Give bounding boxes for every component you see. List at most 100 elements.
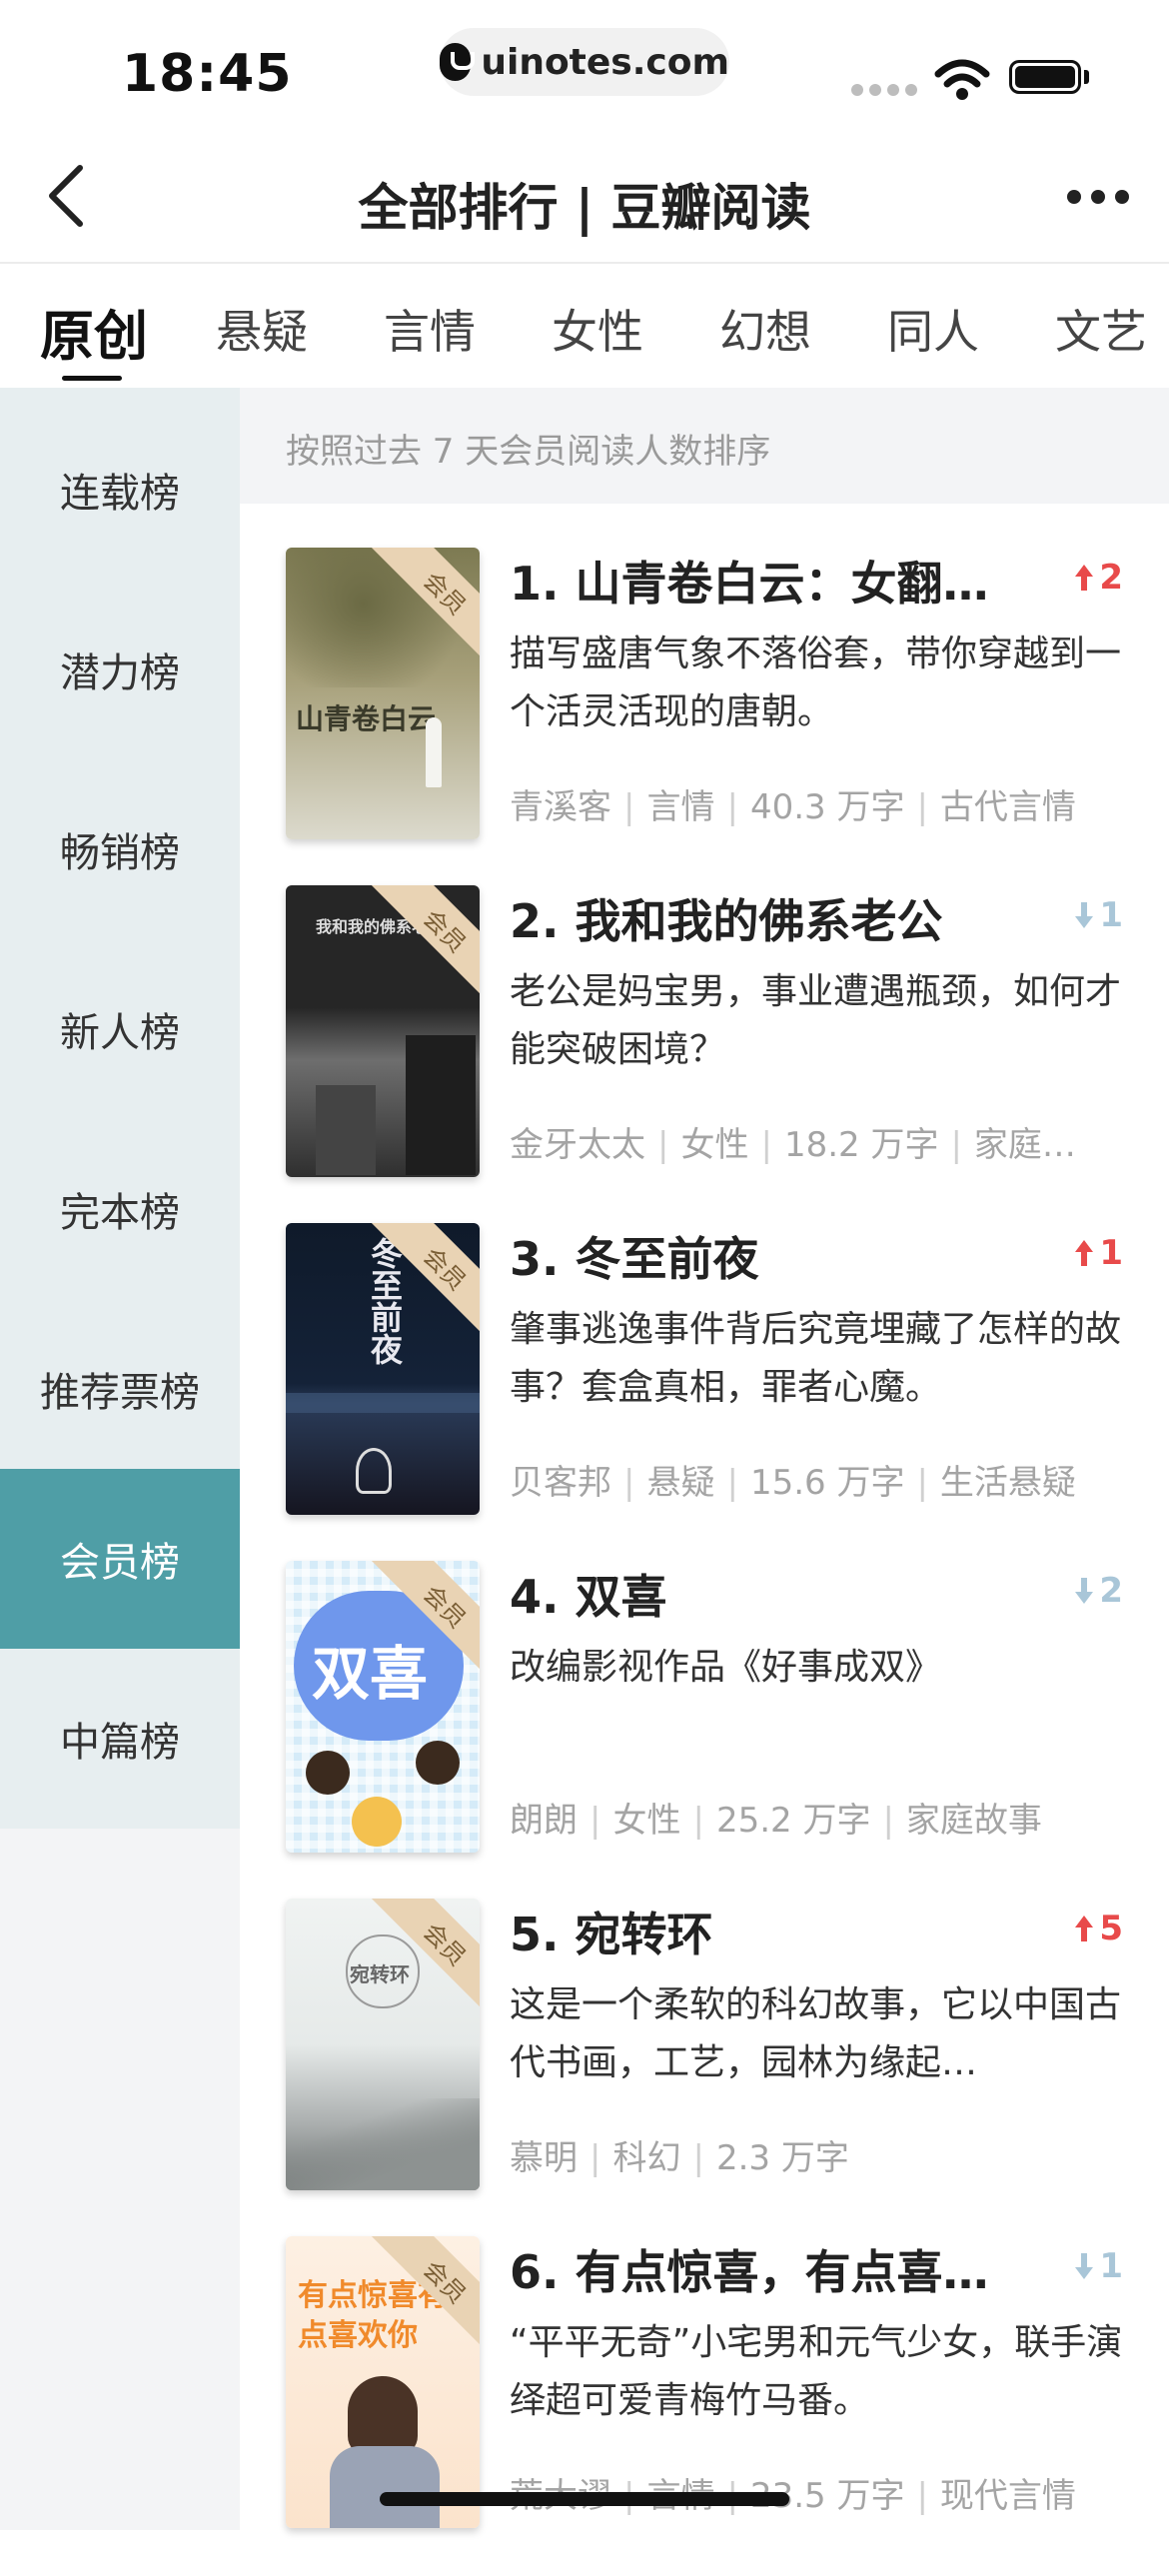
book-description: 改编影视作品《好事成双》	[510, 1647, 942, 1688]
rank-change: 5	[1073, 1909, 1123, 1948]
site-logo-icon	[440, 43, 476, 81]
book-meta: 青溪客 | 言情 | 40.3 万字 | 古代言情	[510, 787, 1076, 827]
member-badge: 会员	[371, 885, 480, 1005]
book-description: 老公是妈宝男，事业遭遇瓶颈，如何才能突破困境？	[510, 971, 1122, 1070]
arrow-down-icon	[1075, 902, 1094, 928]
tab-women[interactable]: 女性	[552, 296, 643, 362]
book-meta: 朗朗 | 女性 | 25.2 万字 | 家庭故事	[510, 1801, 1042, 1841]
book-description: “平平无奇”小宅男和元气少女，联手演绎超可爱青梅竹马番。	[510, 2322, 1123, 2421]
book-description: 这是一个柔软的科幻故事，它以中国古代书画，工艺，园林为缘起…	[510, 1984, 1122, 2083]
sidebar-item-newcomer[interactable]: 新人榜	[0, 939, 240, 1119]
arrow-up-icon	[1075, 565, 1094, 591]
book-author[interactable]: 青溪客	[510, 787, 611, 827]
book-item[interactable]: 冬至前夜 会员 3. 冬至前夜 1 肇事逃逸事件背后究竟埋藏了怎样的故事？套盒真…	[240, 1223, 1169, 1563]
book-item[interactable]: 我和我的佛系老公 会员 2. 我和我的佛系老公 1 老公是妈宝男，事业遭遇瓶颈，…	[240, 885, 1169, 1225]
ranking-sidebar: 连载榜 潜力榜 畅销榜 新人榜 完本榜 推荐票榜 会员榜 中篇榜	[0, 388, 240, 2530]
book-cover[interactable]: 宛转环 会员	[286, 1899, 480, 2190]
book-title[interactable]: 1. 山青卷白云：女翻…	[510, 548, 1029, 614]
cover-title: 冬至前夜	[366, 1237, 404, 1365]
book-word-count: 15.6 万字	[749, 1463, 905, 1503]
tab-fantasy[interactable]: 幻想	[719, 296, 811, 362]
wifi-icon	[934, 59, 990, 100]
book-title[interactable]: 5. 宛转环	[510, 1899, 1029, 1964]
tab-literary[interactable]: 文艺	[1055, 296, 1147, 362]
book-tag: 现代言情	[939, 2476, 1076, 2516]
book-category: 悬疑	[646, 1463, 715, 1503]
ranking-content: 按照过去 7 天会员阅读人数排序 山青卷白云 会员 1. 山青卷白云：女翻… 2…	[240, 388, 1169, 2530]
more-options-icon[interactable]	[1067, 182, 1137, 212]
book-title[interactable]: 3. 冬至前夜	[510, 1223, 1029, 1289]
book-cover[interactable]: 有点惊喜有点喜欢你 会员	[286, 2236, 480, 2528]
book-meta: 慕明 | 科幻 | 2.3 万字	[510, 2138, 849, 2178]
status-time: 18:45	[122, 44, 293, 104]
book-meta: 金牙太太 | 女性 | 18.2 万字 | 家庭…	[510, 1125, 1076, 1165]
book-title[interactable]: 4. 双喜	[510, 1561, 1029, 1627]
arrow-up-icon	[1075, 1916, 1094, 1941]
tab-fanfic[interactable]: 同人	[887, 296, 979, 362]
cover-title: 双喜	[312, 1640, 429, 1708]
book-cover[interactable]: 冬至前夜 会员	[286, 1223, 480, 1515]
arrow-down-icon	[1075, 1578, 1094, 1604]
book-title[interactable]: 6. 有点惊喜，有点喜…	[510, 2236, 1029, 2302]
book-category: 女性	[612, 1801, 681, 1841]
book-meta: 贝客邦 | 悬疑 | 15.6 万字 | 生活悬疑	[510, 1463, 1076, 1503]
sort-note: 按照过去 7 天会员阅读人数排序	[240, 388, 1169, 504]
book-word-count: 2.3 万字	[715, 2138, 849, 2178]
book-cover[interactable]: 山青卷白云 会员	[286, 548, 480, 839]
active-tab-indicator	[62, 376, 122, 381]
book-author[interactable]: 朗朗	[510, 1801, 578, 1841]
sidebar-item-completed[interactable]: 完本榜	[0, 1119, 240, 1299]
book-tag: 古代言情	[939, 787, 1076, 827]
rank-change: 1	[1073, 895, 1123, 935]
sidebar-item-member[interactable]: 会员榜	[0, 1469, 240, 1649]
book-word-count: 25.2 万字	[715, 1801, 871, 1841]
cover-title: 山青卷白云	[296, 702, 437, 735]
rank-change: 1	[1073, 1233, 1123, 1273]
book-author[interactable]: 慕明	[510, 2138, 578, 2178]
book-description: 肇事逃逸事件背后究竟埋藏了怎样的故事？套盒真相，罪者心魔。	[510, 1309, 1122, 1408]
tab-suspense[interactable]: 悬疑	[216, 296, 308, 362]
book-item[interactable]: 双喜 会员 4. 双喜 2 改编影视作品《好事成双》 朗朗 | 女性 | 25.2 万字…	[240, 1561, 1169, 1901]
book-category: 科幻	[612, 2138, 681, 2178]
book-title[interactable]: 2. 我和我的佛系老公	[510, 885, 1029, 951]
rank-change: 2	[1073, 558, 1123, 598]
url-pill[interactable]: uinotes.com	[440, 28, 729, 96]
book-cover[interactable]: 双喜 会员	[286, 1561, 480, 1853]
book-category: 女性	[680, 1125, 749, 1165]
book-author[interactable]: 贝客邦	[510, 1463, 611, 1503]
book-item[interactable]: 有点惊喜有点喜欢你 会员 6. 有点惊喜，有点喜… 1 “平平无奇”小宅男和元气…	[240, 2236, 1169, 2576]
battery-cap	[1084, 70, 1089, 84]
cover-title: 宛转环	[350, 1962, 410, 1986]
tab-romance[interactable]: 言情	[384, 296, 476, 362]
sidebar-item-serial[interactable]: 连载榜	[0, 400, 240, 580]
sidebar-item-potential[interactable]: 潜力榜	[0, 580, 240, 759]
home-indicator[interactable]	[380, 2492, 789, 2506]
book-word-count: 18.2 万字	[783, 1125, 939, 1165]
tab-original[interactable]: 原创	[40, 292, 148, 371]
book-category: 言情	[646, 787, 715, 827]
sidebar-item-novella[interactable]: 中篇榜	[0, 1649, 240, 1829]
sidebar-item-recommend-votes[interactable]: 推荐票榜	[0, 1299, 240, 1479]
book-item[interactable]: 山青卷白云 会员 1. 山青卷白云：女翻… 2 描写盛唐气象不落俗套，带你穿越到…	[240, 548, 1169, 887]
sort-note-text: 按照过去 7 天会员阅读人数排序	[286, 432, 771, 472]
book-tag: 生活悬疑	[939, 1463, 1076, 1503]
book-word-count: 40.3 万字	[749, 787, 905, 827]
battery-icon	[1009, 60, 1081, 94]
url-text: uinotes.com	[481, 41, 729, 83]
cellular-signal-icon	[851, 84, 917, 96]
sidebar-item-bestseller[interactable]: 畅销榜	[0, 759, 240, 939]
book-tag: 家庭故事	[905, 1801, 1042, 1841]
book-tag: 家庭…	[973, 1125, 1076, 1165]
rank-change: 1	[1073, 2246, 1123, 2286]
book-item[interactable]: 宛转环 会员 5. 宛转环 5 这是一个柔软的科幻故事，它以中国古代书画，工艺，…	[240, 1899, 1169, 2238]
arrow-down-icon	[1075, 2253, 1094, 2279]
rank-change: 2	[1073, 1571, 1123, 1611]
book-cover[interactable]: 我和我的佛系老公 会员	[286, 885, 480, 1177]
arrow-up-icon	[1075, 1240, 1094, 1266]
status-bar: 18:45 uinotes.com	[0, 0, 1169, 130]
book-author[interactable]: 金牙太太	[510, 1125, 645, 1165]
book-description: 描写盛唐气象不落俗套，带你穿越到一个活灵活现的唐朝。	[510, 634, 1122, 732]
nav-bar: 全部排行 | 豆瓣阅读	[0, 130, 1169, 264]
category-tab-bar: 原创 悬疑 言情 女性 幻想 同人 文艺	[0, 264, 1169, 388]
page-title: 全部排行 | 豆瓣阅读	[358, 179, 811, 237]
